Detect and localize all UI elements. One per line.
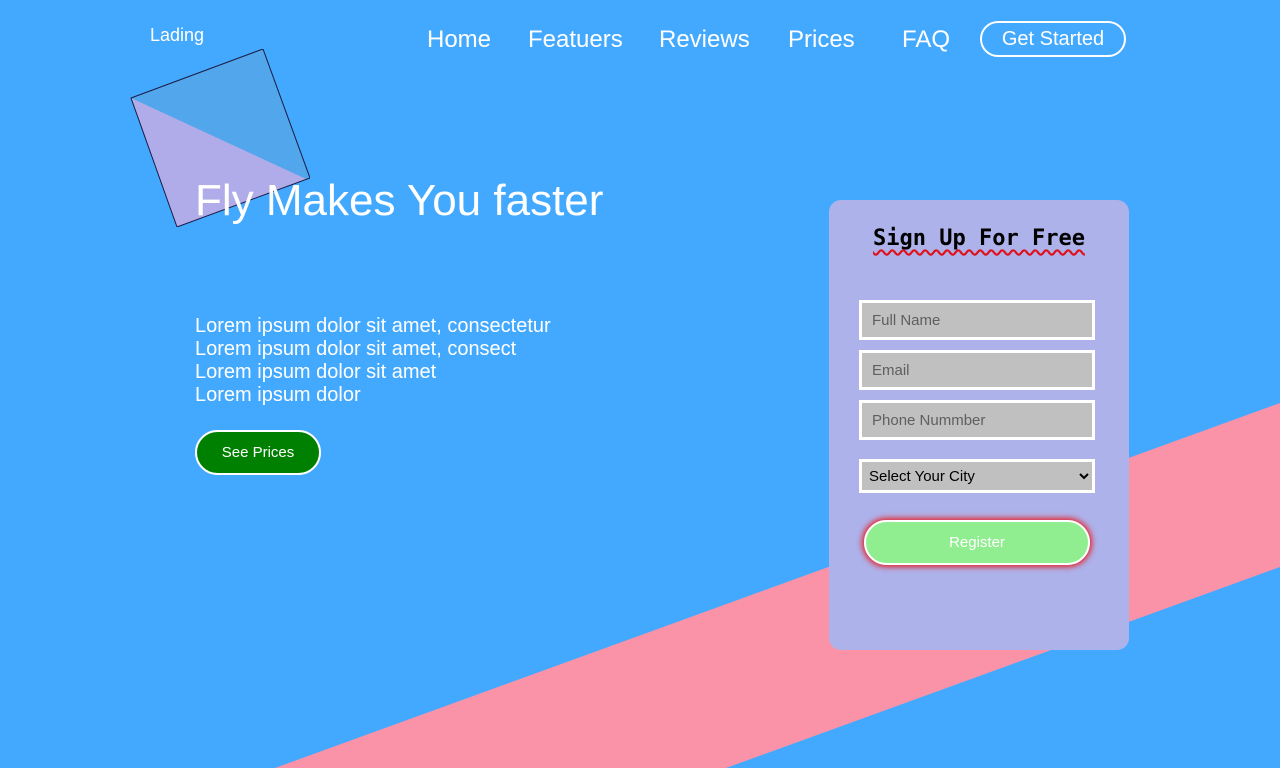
nav-link-prices[interactable]: Prices [788, 26, 855, 54]
signup-card: Sign Up For Free Select Your City Regist… [829, 200, 1129, 650]
hero-text-line: Lorem ipsum dolor [195, 384, 361, 406]
see-prices-button[interactable]: See Prices [195, 430, 321, 475]
hero-title: Fly Makes You faster [195, 176, 604, 225]
nav-link-reviews[interactable]: Reviews [659, 26, 750, 54]
full-name-field[interactable] [859, 300, 1095, 340]
email-field[interactable] [859, 350, 1095, 390]
nav-link-faq[interactable]: FAQ [902, 26, 950, 54]
hero-text-line: Lorem ipsum dolor sit amet, consectetur [195, 315, 551, 337]
city-select[interactable]: Select Your City [859, 459, 1095, 493]
hero-text-line: Lorem ipsum dolor sit amet [195, 361, 437, 383]
nav-link-featuers[interactable]: Featuers [528, 26, 623, 54]
phone-field[interactable] [859, 400, 1095, 440]
signup-title: Sign Up For Free [873, 226, 1085, 251]
nav-link-home[interactable]: Home [427, 26, 491, 54]
hero-description: Lorem ipsum dolor sit amet, consectetur … [195, 315, 615, 407]
register-button[interactable]: Register [864, 520, 1090, 565]
main-nav: Home Featuers Reviews Prices FAQ Get Sta… [0, 21, 1280, 60]
hero-text-line: Lorem ipsum dolor sit amet, consect [195, 338, 517, 360]
get-started-button[interactable]: Get Started [980, 21, 1126, 57]
